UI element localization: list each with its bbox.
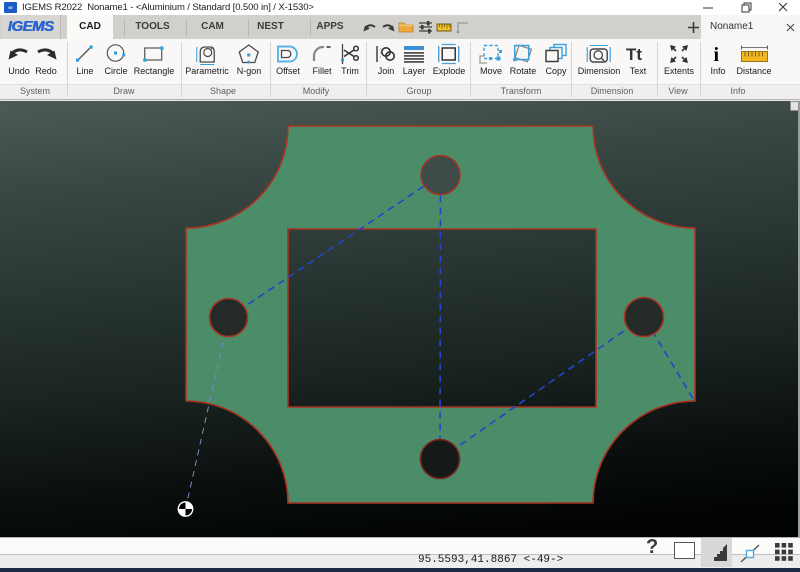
svg-text:Tt: Tt	[626, 45, 642, 64]
svg-text:i: i	[713, 44, 719, 65]
